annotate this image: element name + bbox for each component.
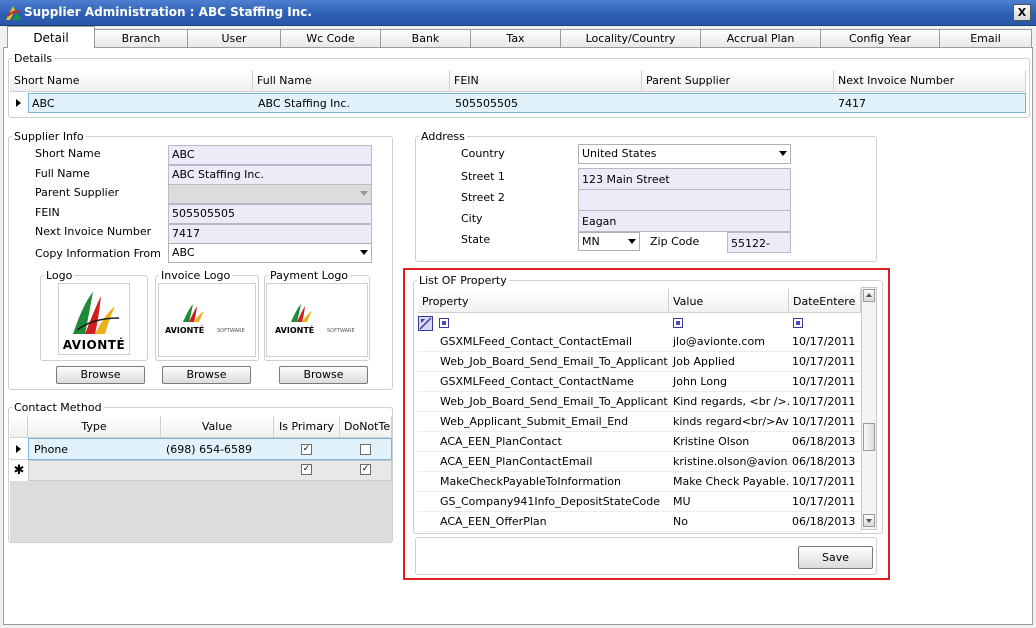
row-indicator-icon [16,445,21,453]
invoice-logo-browse-button[interactable]: Browse [162,366,251,384]
payment-logo-browse-button[interactable]: Browse [279,366,368,384]
new-row-header[interactable]: ✱ [10,460,28,481]
details-col-parent-supplier[interactable]: Parent Supplier [642,70,834,92]
invoice-logo-image: AVIONTÉ SOFTWARE [158,283,256,357]
logo-image: AVIONTÉ [58,283,130,355]
app-icon [6,6,21,20]
state-label: State [461,233,491,246]
payment-logo-brand: AVIONTÉ [275,326,315,335]
state-value: MN [582,235,600,248]
contact-method-legend: Contact Method [14,401,102,414]
fein-field[interactable]: 505505505 [168,204,372,224]
tab-locality-country[interactable]: Locality/Country [560,29,701,48]
logo-browse-button[interactable]: Browse [56,366,145,384]
contact-new-row[interactable] [28,460,392,481]
highlight-outline [403,268,890,580]
short-name-field[interactable]: ABC [168,145,372,165]
street1-field[interactable]: 123 Main Street [578,168,791,190]
payment-logo-legend: Payment Logo [270,269,349,282]
tab-email[interactable]: Email [939,29,1032,48]
window-title: Supplier Administration : ABC Staffing I… [24,5,312,19]
chevron-down-icon [779,151,787,156]
country-label: Country [461,147,505,160]
street2-field[interactable] [578,189,791,211]
copy-info-label: Copy Information From [35,247,161,260]
copy-info-value: ABC [172,246,195,259]
zip-label: Zip Code [650,235,700,248]
contact-col-do-not[interactable]: DoNotTe [340,416,392,438]
do-not-checkbox[interactable] [360,444,371,455]
tab-branch[interactable]: Branch [94,29,188,48]
full-name-field[interactable]: ABC Staffing Inc. [168,165,372,185]
avionte-logo-icon [183,304,204,322]
state-dropdown[interactable]: MN [578,232,640,251]
details-cell-parent-supplier [643,95,833,99]
details-col-full-name[interactable]: Full Name [253,70,450,92]
details-cell-full-name: ABC Staffing Inc. [258,97,350,110]
details-legend: Details [14,52,53,65]
chevron-down-icon [360,191,368,196]
contact-col-value[interactable]: Value [161,416,274,438]
contact-col-is-primary[interactable]: Is Primary [274,416,340,438]
tab-wc-code[interactable]: Wc Code [280,29,381,48]
title-bar: Supplier Administration : ABC Staffing I… [0,0,1036,26]
contact-cell-value: (698) 654-6589 [166,443,253,456]
fein-label: FEIN [35,206,60,219]
details-cell-short-name: ABC [32,97,55,110]
details-col-short-name[interactable]: Short Name [10,70,253,92]
country-value: United States [582,147,657,160]
tab-user[interactable]: User [187,29,281,48]
new-do-not-checkbox[interactable]: ✓ [360,464,371,475]
short-name-label: Short Name [35,147,101,160]
contact-corner-header [10,416,28,438]
contact-col-type[interactable]: Type [28,416,161,438]
tab-bank[interactable]: Bank [380,29,471,48]
tab-tax[interactable]: Tax [470,29,561,48]
supplier-info-legend: Supplier Info [14,130,84,143]
country-dropdown[interactable]: United States [578,144,791,164]
street2-label: Street 2 [461,191,505,204]
tab-strip: Detail Branch User Wc Code Bank Tax Loca… [0,26,1036,48]
new-is-primary-checkbox[interactable]: ✓ [301,464,312,475]
contact-cell-type: Phone [34,443,69,456]
city-field[interactable]: Eagan [578,210,791,232]
parent-supplier-dropdown[interactable] [168,184,372,204]
chevron-down-icon [628,239,636,244]
street1-label: Street 1 [461,170,505,183]
parent-supplier-label: Parent Supplier [35,186,120,199]
details-col-fein[interactable]: FEIN [450,70,642,92]
logo-legend: Logo [46,269,73,282]
avionte-logo-icon [291,304,312,322]
details-col-next-invoice[interactable]: Next Invoice Number [834,70,1026,92]
zip-field[interactable]: 55122- [727,232,791,253]
invoice-logo-legend: Invoice Logo [161,269,231,282]
payment-logo-sub: SOFTWARE [327,328,355,334]
chevron-down-icon [360,250,368,255]
next-invoice-field[interactable]: 7417 [168,224,372,244]
full-name-label: Full Name [35,167,90,180]
invoice-logo-sub: SOFTWARE [217,328,245,334]
contact-row-header[interactable] [10,438,28,460]
invoice-logo-brand: AVIONTÉ [165,326,205,335]
details-cell-fein: 505505505 [455,97,518,110]
details-cell-next-invoice: 7417 [838,97,866,110]
is-primary-checkbox[interactable]: ✓ [301,444,312,455]
city-label: City [461,212,483,225]
logo-brand-text: AVIONTÉ [62,338,126,352]
address-legend: Address [421,130,465,143]
tab-detail[interactable]: Detail [7,26,95,48]
close-button[interactable]: X [1013,4,1031,21]
tab-config-year[interactable]: Config Year [820,29,940,48]
row-indicator-icon [16,99,21,107]
next-invoice-label: Next Invoice Number [35,225,152,238]
payment-logo-image: AVIONTÉ SOFTWARE [266,283,368,357]
copy-info-dropdown[interactable]: ABC [168,243,372,263]
tab-accrual-plan[interactable]: Accrual Plan [700,29,821,48]
